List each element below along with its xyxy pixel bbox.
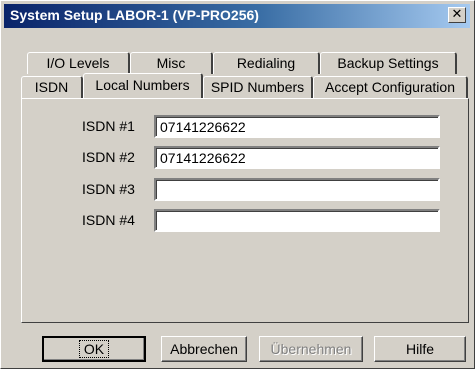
title-bar[interactable]: System Setup LABOR-1 (VP-PRO256) ✕	[4, 4, 470, 28]
close-button[interactable]: ✕	[448, 7, 466, 23]
isdn-1-field[interactable]	[154, 115, 440, 138]
help-button[interactable]: Hilfe	[374, 336, 466, 362]
tab-redialing[interactable]: Redialing	[213, 52, 320, 74]
isdn-4-field[interactable]	[154, 209, 440, 232]
tab-label: Backup Settings	[337, 55, 439, 71]
apply-button: Übernehmen	[259, 336, 363, 362]
tab-label: ISDN	[34, 79, 69, 95]
local-numbers-panel: ISDN #1 ISDN #2 ISDN #3 ISDN #4	[21, 98, 469, 323]
tab-label: Misc	[156, 55, 186, 71]
isdn-4-label: ISDN #4	[82, 212, 135, 228]
tab-label: SPID Numbers	[210, 79, 305, 95]
cancel-button[interactable]: Abbrechen	[161, 336, 247, 362]
ok-label: OK	[78, 340, 110, 358]
tab-misc[interactable]: Misc	[130, 52, 213, 74]
tab-accept-configuration[interactable]: Accept Configuration	[313, 76, 468, 98]
isdn-2-field[interactable]	[154, 146, 440, 169]
window-title: System Setup LABOR-1 (VP-PRO256)	[10, 7, 259, 23]
tab-label: Local Numbers	[95, 77, 190, 93]
ok-button[interactable]: OK	[42, 336, 146, 362]
apply-label: Übernehmen	[270, 341, 352, 357]
tab-label: Redialing	[236, 55, 296, 71]
help-label: Hilfe	[405, 341, 434, 357]
tab-backup-settings[interactable]: Backup Settings	[320, 52, 457, 74]
isdn-3-label: ISDN #3	[82, 181, 135, 197]
tab-isdn[interactable]: ISDN	[21, 76, 83, 98]
tab-label: I/O Levels	[46, 55, 110, 71]
isdn-1-label: ISDN #1	[82, 118, 135, 134]
cancel-label: Abbrechen	[170, 341, 238, 357]
system-setup-dialog: System Setup LABOR-1 (VP-PRO256) ✕ I/O L…	[0, 0, 475, 369]
tab-io-levels[interactable]: I/O Levels	[27, 52, 130, 74]
isdn-2-label: ISDN #2	[82, 149, 135, 165]
tab-spid-numbers[interactable]: SPID Numbers	[203, 76, 313, 98]
tab-local-numbers[interactable]: Local Numbers	[83, 73, 203, 98]
isdn-3-field[interactable]	[154, 178, 440, 201]
tab-label: Accept Configuration	[325, 79, 455, 95]
close-icon: ✕	[451, 7, 463, 22]
